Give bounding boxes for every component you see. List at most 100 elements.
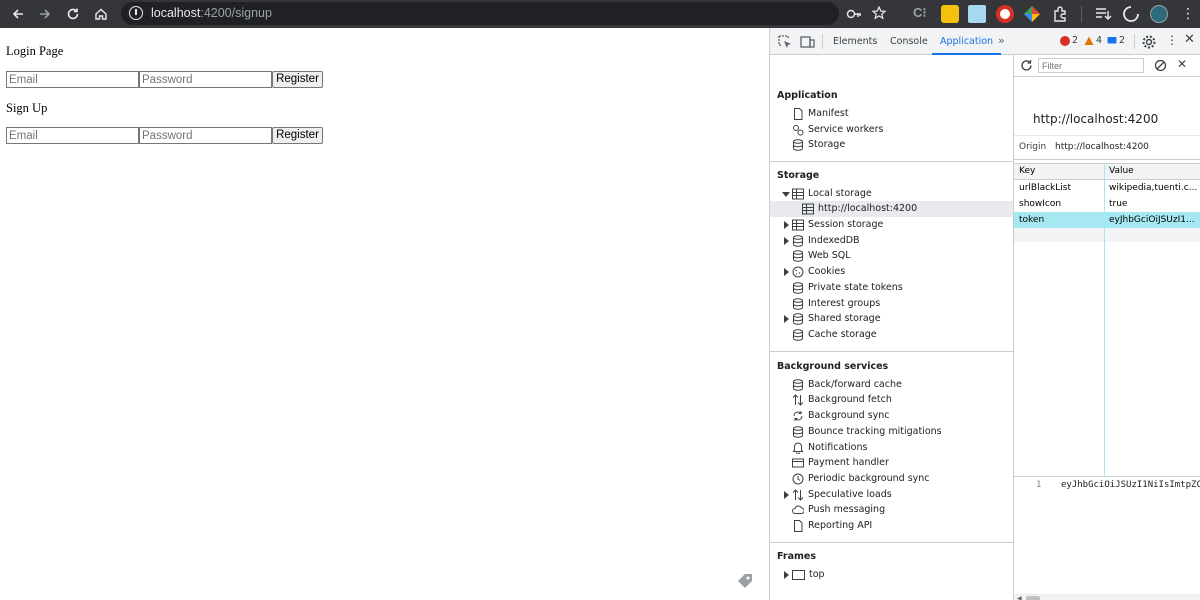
sidebar-item-label: Background fetch xyxy=(808,394,892,405)
delete-selected-icon[interactable]: ✕ xyxy=(1177,57,1187,71)
extension-red-icon[interactable] xyxy=(996,5,1014,23)
inspect-element-icon[interactable] xyxy=(777,34,793,50)
sidebar-item-private-state-tokens[interactable]: Private state tokens xyxy=(770,280,1013,296)
signup-register-button[interactable]: Register xyxy=(272,127,323,144)
expanded-arrow-icon[interactable] xyxy=(782,192,790,197)
sidebar-item-label: http://localhost:4200 xyxy=(818,203,918,214)
sidebar-item-periodic-background-sync[interactable]: Periodic background sync xyxy=(770,471,1013,487)
sidebar-item-label: Storage xyxy=(808,139,846,150)
collapsed-arrow-icon[interactable] xyxy=(784,237,789,245)
sidebar-item-localhost-origin[interactable]: http://localhost:4200 xyxy=(770,201,1013,217)
forward-button[interactable] xyxy=(35,4,55,24)
extensions-puzzle-icon[interactable] xyxy=(1052,5,1070,23)
frame-window-icon xyxy=(792,570,805,580)
sidebar-item-background-fetch[interactable]: Background fetch xyxy=(770,392,1013,408)
sidebar-item-manifest[interactable]: Manifest xyxy=(770,106,1013,122)
filter-input[interactable] xyxy=(1038,58,1144,73)
column-header-key[interactable]: Key xyxy=(1019,164,1035,179)
gears-icon xyxy=(793,125,804,136)
table-row-selected[interactable]: token eyJhbGciOiJSUzI1... xyxy=(1014,212,1200,228)
origin-value: http://localhost:4200 xyxy=(1055,142,1149,152)
sidebar-item-reporting-api[interactable]: Reporting API xyxy=(770,518,1013,534)
database-icon xyxy=(793,298,803,310)
scrollbar-thumb[interactable] xyxy=(1026,596,1040,600)
sidebar-item-frame-top[interactable]: top xyxy=(770,567,1013,583)
extension-c-icon[interactable]: C⁝ xyxy=(913,5,931,23)
up-down-arrows-icon xyxy=(792,394,804,406)
table-row[interactable]: urlBlackList wikipedia,tuenti.c... xyxy=(1014,180,1200,196)
collapsed-arrow-icon[interactable] xyxy=(784,268,789,276)
reading-list-icon[interactable] xyxy=(1094,5,1112,23)
scroll-left-arrow-icon[interactable]: ◀ xyxy=(1017,595,1022,600)
sidebar-item-service-workers[interactable]: Service workers xyxy=(770,122,1013,138)
settings-gear-icon[interactable] xyxy=(1141,34,1157,50)
warning-count-badge[interactable]: 4 xyxy=(1084,35,1102,46)
device-toolbar-icon[interactable] xyxy=(799,34,815,50)
sidebar-item-label: Background sync xyxy=(808,410,890,421)
table-cell-key: showIcon xyxy=(1019,199,1062,209)
sidebar-item-speculative-loads[interactable]: Speculative loads xyxy=(770,487,1013,503)
preview-text[interactable]: eyJhbGciOiJSUzI1NiIsImtpZCI xyxy=(1061,480,1200,490)
collapsed-arrow-icon[interactable] xyxy=(784,571,789,579)
refresh-icon[interactable] xyxy=(1020,59,1033,72)
back-arrow-icon xyxy=(12,9,23,19)
error-icon xyxy=(1060,35,1070,46)
tab-application[interactable]: Application xyxy=(932,28,1002,55)
devtools-menu-icon[interactable]: ⋮ xyxy=(1166,33,1178,47)
login-password-input[interactable] xyxy=(139,71,272,88)
sidebar-item-bounce-tracking[interactable]: Bounce tracking mitigations xyxy=(770,424,1013,440)
back-button[interactable] xyxy=(8,4,28,24)
tab-elements[interactable]: Elements xyxy=(833,28,877,55)
sidebar-item-label: Manifest xyxy=(808,108,849,119)
address-bar[interactable]: localhost:4200/signup xyxy=(121,2,886,25)
home-button[interactable] xyxy=(91,4,111,24)
clear-all-icon[interactable] xyxy=(1154,59,1167,72)
column-header-value[interactable]: Value xyxy=(1109,164,1134,179)
collapsed-arrow-icon[interactable] xyxy=(784,491,789,499)
message-count-badge[interactable]: 2 xyxy=(1107,35,1125,46)
table-row[interactable]: showIcon true xyxy=(1014,196,1200,212)
sidebar-item-notifications[interactable]: Notifications xyxy=(770,440,1013,456)
devtools-panel: Elements Console Application » 2 4 2 ⋮ ✕… xyxy=(769,28,1200,600)
sidebar-item-label: IndexedDB xyxy=(808,235,860,246)
sidebar-item-local-storage[interactable]: Local storage xyxy=(770,186,1013,202)
close-devtools-icon[interactable]: ✕ xyxy=(1184,32,1195,47)
horizontal-scrollbar[interactable]: ◀ xyxy=(1014,594,1200,600)
signup-password-input[interactable] xyxy=(139,127,272,144)
sidebar-item-payment-handler[interactable]: Payment handler xyxy=(770,455,1013,471)
sidebar-item-indexeddb[interactable]: IndexedDB xyxy=(770,233,1013,249)
extension-image-icon[interactable] xyxy=(968,5,986,23)
login-register-button[interactable]: Register xyxy=(272,71,323,88)
sidebar-item-shared-storage[interactable]: Shared storage xyxy=(770,311,1013,327)
collapsed-arrow-icon[interactable] xyxy=(784,221,789,229)
sidebar-item-push-messaging[interactable]: Push messaging xyxy=(770,502,1013,518)
tab-console[interactable]: Console xyxy=(890,28,928,55)
menu-kebab-icon[interactable]: ⋮ xyxy=(1179,5,1197,23)
signup-email-input[interactable] xyxy=(6,127,139,144)
error-count-badge[interactable]: 2 xyxy=(1060,35,1078,46)
reload-button[interactable] xyxy=(63,4,83,24)
storage-key-value-table: Key Value urlBlackList wikipedia,tuenti.… xyxy=(1014,163,1200,477)
sidebar-item-session-storage[interactable]: Session storage xyxy=(770,217,1013,233)
collapsed-arrow-icon[interactable] xyxy=(784,315,789,323)
sidebar-item-cache-storage[interactable]: Cache storage xyxy=(770,327,1013,343)
section-divider xyxy=(770,542,1013,543)
sidebar-item-background-sync[interactable]: Background sync xyxy=(770,408,1013,424)
column-divider[interactable] xyxy=(1104,164,1105,477)
profile-avatar[interactable] xyxy=(1150,5,1168,23)
toolbar-divider xyxy=(1081,6,1082,22)
more-tabs-chevron-icon[interactable]: » xyxy=(998,34,1005,47)
sidebar-item-web-sql[interactable]: Web SQL xyxy=(770,248,1013,264)
login-email-input[interactable] xyxy=(6,71,139,88)
sidebar-item-cookies[interactable]: Cookies xyxy=(770,264,1013,280)
site-info-icon[interactable] xyxy=(129,6,143,20)
key-icon[interactable] xyxy=(846,7,862,21)
loading-spinner-icon xyxy=(1122,5,1140,23)
sidebar-item-back-forward-cache[interactable]: Back/forward cache xyxy=(770,377,1013,393)
extension-color-icon[interactable] xyxy=(1023,5,1041,23)
star-bookmark-icon[interactable] xyxy=(872,6,886,20)
sidebar-item-interest-groups[interactable]: Interest groups xyxy=(770,296,1013,312)
tag-icon[interactable] xyxy=(735,571,755,591)
sidebar-item-storage[interactable]: Storage xyxy=(770,137,1013,153)
extension-yellow-icon[interactable] xyxy=(941,5,959,23)
